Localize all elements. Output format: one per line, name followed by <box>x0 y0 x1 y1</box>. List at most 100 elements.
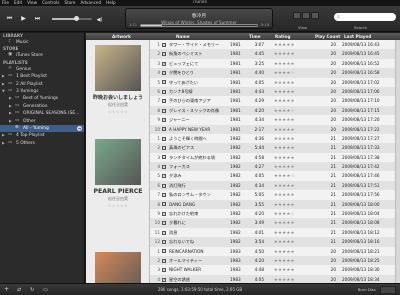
track-row[interactable]: 5 守ってあげたい 1981 4:05 ★★★★★ 20 2009/08/13 17:02 ✓ <box>150 78 400 87</box>
sidebar-item-4-top-playlist[interactable]: ▶ ▭ 4 Top Playlist <box>0 132 84 139</box>
track-row[interactable]: 11 消息 1982 4:01 ★★★★★ 21 2009/08/13 18:12 ✓ <box>150 228 400 237</box>
browser-toggle-button[interactable] <box>380 286 396 294</box>
album-cover[interactable] <box>95 251 141 283</box>
track-rating[interactable]: ★★★★★ <box>274 125 304 134</box>
volume-slider[interactable] <box>52 16 92 21</box>
column-header-name[interactable]: Name <box>176 33 190 40</box>
track-checkbox[interactable]: ✓ <box>162 117 166 122</box>
track-rating[interactable]: ★★★★☆ <box>274 106 304 115</box>
playback-progress[interactable] <box>140 24 258 27</box>
track-checkbox[interactable]: ✓ <box>162 258 166 263</box>
sidebar-item-2-all-playlist[interactable]: ▶ ▭ 2 All Playlist <box>0 81 84 88</box>
track-checkbox[interactable]: ✓ <box>162 183 166 188</box>
track-rating[interactable]: ★★★★★ <box>274 247 304 256</box>
album-cover[interactable] <box>95 139 141 185</box>
play-pause-button[interactable]: ▶ <box>18 14 29 23</box>
album-rating[interactable]: ☆☆☆☆☆ <box>86 109 150 114</box>
column-header-time[interactable]: Time <box>249 33 261 40</box>
track-rating[interactable]: ★★★★★ <box>274 190 304 199</box>
track-rating[interactable]: ★★★★★ <box>274 162 304 171</box>
track-checkbox[interactable]: ✓ <box>162 89 166 94</box>
volume-knob[interactable] <box>73 16 79 21</box>
track-checkbox[interactable]: ✓ <box>162 193 166 198</box>
track-checkbox[interactable]: ✓ <box>162 249 166 254</box>
track-rating[interactable]: ★★★★☆ <box>274 209 304 218</box>
disclosure-closed-icon[interactable]: ▶ <box>9 110 12 117</box>
track-checkbox[interactable]: ✓ <box>162 136 166 141</box>
track-checkbox[interactable]: ✓ <box>162 164 166 169</box>
burn-disc-button[interactable]: Burn Disc <box>358 287 376 293</box>
disclosure-closed-icon[interactable]: ▶ <box>2 132 5 139</box>
disclosure-open-icon[interactable]: ▼ <box>2 88 5 95</box>
column-header-last-played[interactable]: Last Played <box>344 33 371 40</box>
track-rating[interactable]: ★★★★★ <box>274 115 304 124</box>
next-track-button[interactable]: ⏭ <box>32 14 43 23</box>
vertical-scrollbar[interactable] <box>395 40 400 283</box>
track-row[interactable]: 6 消灯飛行 1982 4:34 ★★★★★ 21 2009/08/13 17:51 ✓ <box>150 180 400 191</box>
track-row[interactable]: 10 A HAPPY NEW YEAR 1981 2:17 ★★★★★ 20 2009/08… <box>150 124 400 134</box>
sidebar-item-itunes-store[interactable]: ▣ iTunes Store <box>0 52 84 59</box>
track-row[interactable]: 9 ジャーニー 1981 4:34 ★★★★★ 20 2009/08/13 17:20 ✓ <box>150 115 400 124</box>
disclosure-closed-icon[interactable]: ▶ <box>9 95 12 102</box>
disclosure-closed-icon[interactable]: ▶ <box>2 81 5 88</box>
sidebar-item-genius[interactable]: ⚛ Genius <box>0 66 84 73</box>
track-rating[interactable]: ★★★★★ <box>274 237 304 246</box>
track-row[interactable]: 1 REINCARNATION 1983 4:50 ★★★★★ 20 2009/08/13 … <box>150 247 400 256</box>
playlist-arrow-icon[interactable]: ➜ <box>77 125 82 131</box>
track-row[interactable]: 10 夕暮れに 1982 3:49 ★★★★★ 21 2009/08/13 18:08 ✓ <box>150 218 400 228</box>
track-rating[interactable]: ★★★★★ <box>274 78 304 87</box>
track-rating[interactable]: ★★★★★ <box>274 275 304 283</box>
sidebar-item-other[interactable]: ▶ ▭ Other <box>0 118 84 125</box>
track-checkbox[interactable]: ✓ <box>162 146 166 151</box>
track-row[interactable]: 2 オールマイティー 1983 4:20 ★★★★★ 20 2009/08/13 18:25… <box>150 255 400 266</box>
disclosure-closed-icon[interactable]: ▶ <box>9 118 12 125</box>
track-row[interactable]: 3 ランチタイムが終わる頃 1982 4:58 ★★★★★ 21 2009/08/13 17… <box>150 153 400 162</box>
sidebar-item-all-yuming[interactable]: ≡ All - Yuming ➜ <box>0 124 84 133</box>
track-checkbox[interactable]: ✓ <box>162 221 166 226</box>
track-rating[interactable]: ★★★★★ <box>274 134 304 143</box>
track-rating[interactable]: ★★★★☆ <box>274 68 304 77</box>
track-row[interactable]: 8 グレイス・スリックの肖像 1981 4:20 ★★★★☆ 20 2009/08/13 1… <box>150 105 400 116</box>
column-header-artwork[interactable]: Artwork <box>112 33 131 40</box>
column-header-play-count[interactable]: Play Count <box>315 33 340 40</box>
track-rating[interactable]: ★★★★☆ <box>274 171 304 180</box>
track-rating[interactable]: ★★★★★ <box>274 40 304 49</box>
track-row[interactable]: 4 夕闇をひとり 1981 4:40 ★★★★☆ 20 2009/08/13 16:58 ✓ <box>150 68 400 78</box>
track-row[interactable]: 6 カンナ8号線 1981 4:43 ★★★★★ 20 2009/08/13 17:06 ✓ <box>150 86 400 97</box>
previous-track-button[interactable]: ⏮ <box>4 14 15 23</box>
grouped-view-button[interactable] <box>302 12 310 19</box>
sidebar-item-music[interactable]: ♪ Music <box>0 39 84 46</box>
disclosure-closed-icon[interactable]: ▶ <box>2 140 5 147</box>
track-rating[interactable]: ★★★★★ <box>274 200 304 209</box>
track-row[interactable]: 1 タワー・サイド・メモリー 1981 3:07 ★★★★★ 20 2009/08/13 1… <box>150 40 400 49</box>
track-checkbox[interactable]: ✓ <box>162 230 166 235</box>
track-row[interactable]: 9 忘れかけた約束 1982 4:20 ★★★★☆ 21 2009/08/13 18:04 ✓ <box>150 209 400 218</box>
sidebar-item-original-seasons-se[interactable]: ▶ ▭ ORIGINAL SEASONS (SE... <box>0 110 84 117</box>
sidebar-item-generation[interactable]: ▶ ▭ Generation <box>0 103 84 110</box>
track-row[interactable]: 2 街角のペシミスト 1981 4:45 ★★★★★ 20 2009/08/13 16:45… <box>150 49 400 59</box>
track-checkbox[interactable]: ✓ <box>162 211 166 216</box>
track-row[interactable]: 2 真珠のピアス 1982 5:44 ★★★★★ 21 2009/08/13 17:33 ✓ <box>150 143 400 153</box>
track-row[interactable]: 8 DANG DANG 1982 3:55 ★★★★★ 21 2009/08/13 18:0… <box>150 199 400 210</box>
track-checkbox[interactable]: ✓ <box>162 108 166 113</box>
list-view-button[interactable] <box>293 12 301 19</box>
track-checkbox[interactable]: ✓ <box>162 155 166 160</box>
album-cover[interactable] <box>95 45 141 91</box>
track-checkbox[interactable]: ✓ <box>162 42 166 47</box>
disclosure-closed-icon[interactable]: ▶ <box>9 103 12 110</box>
track-rating[interactable]: ★★★★★ <box>274 49 304 58</box>
track-checkbox[interactable]: ✓ <box>162 70 166 75</box>
track-checkbox[interactable]: ✓ <box>162 61 166 66</box>
track-row[interactable]: 3 NIGHT WALKER 1983 4:48 ★★★★★ 20 2009/08/13 1… <box>150 265 400 274</box>
track-rating[interactable]: ★★★★★ <box>274 96 304 105</box>
track-checkbox[interactable]: ✓ <box>162 240 166 244</box>
track-checkbox[interactable]: ✓ <box>162 202 166 207</box>
track-checkbox[interactable]: ✓ <box>162 277 166 282</box>
track-checkbox[interactable]: ✓ <box>162 80 166 85</box>
sidebar-item-1-best-playlist[interactable]: ▶ ▭ 1 Best Playlist <box>0 73 84 80</box>
track-rating[interactable]: ★★★★★ <box>274 228 304 237</box>
album-rating[interactable]: ☆☆☆☆☆ <box>86 203 150 208</box>
disclosure-closed-icon[interactable]: ▶ <box>2 73 5 80</box>
track-row[interactable]: 4 星空の誘惑 1983 4:05 ★★★★★ 20 2009/08/13 18:34 ✓ <box>150 274 400 283</box>
track-row[interactable]: 4 フォーカス 1982 4:27 ★★★★★ 21 2009/08/13 17:42 ✓ <box>150 162 400 172</box>
